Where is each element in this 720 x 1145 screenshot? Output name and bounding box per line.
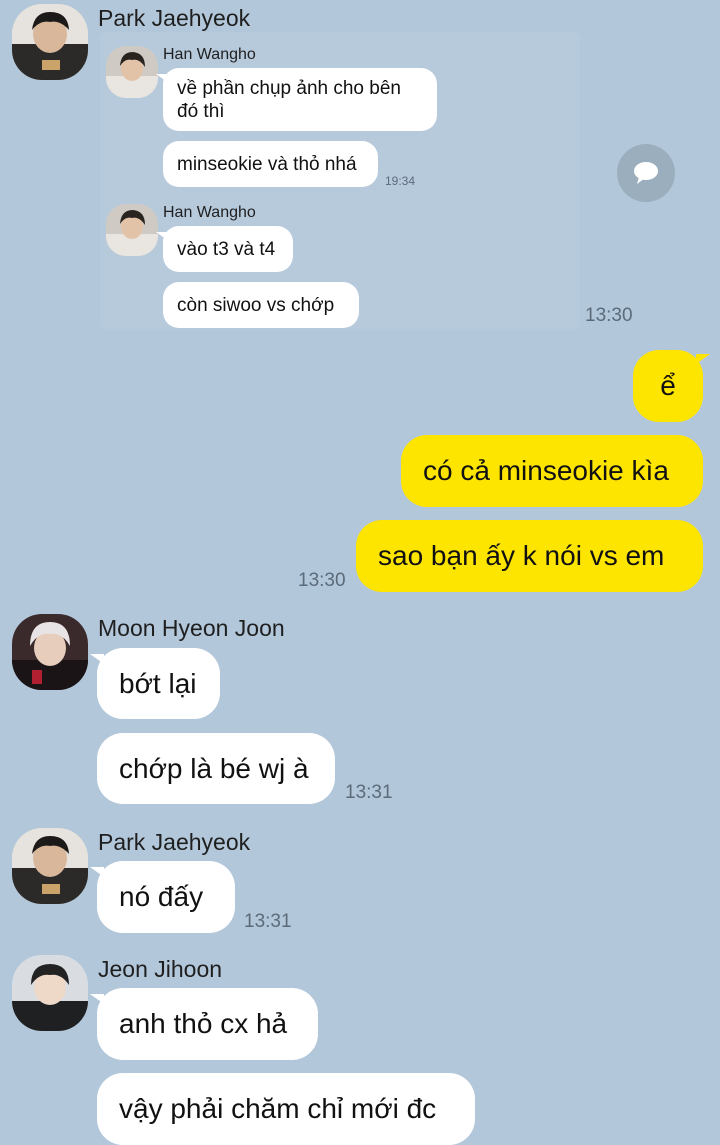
inner-message-bubble: vào t3 và t4 — [156, 226, 293, 272]
message-bubble[interactable]: nó đấy — [90, 861, 235, 933]
timestamp: 13:31 — [244, 911, 292, 932]
message-text: sao bạn ấy k nói vs em — [378, 540, 665, 571]
message-text: anh thỏ cx hả — [119, 1008, 288, 1039]
message-bubble[interactable]: anh thỏ cx hả — [90, 988, 318, 1060]
my-message-bubble[interactable]: sao bạn ấy k nói vs em — [356, 520, 703, 592]
avatar-han-wangho — [106, 46, 158, 98]
inner-message-bubble: về phần chụp ảnh cho bên đó thì — [156, 68, 437, 131]
forwarded-messages-card[interactable]: Han Wangho về phần chụp ảnh cho bên đó t… — [100, 32, 580, 330]
timestamp: 13:31 — [345, 782, 393, 803]
my-message-bubble[interactable]: có cả minseokie kìa — [401, 435, 703, 507]
inner-sender-name: Han Wangho — [163, 46, 256, 63]
sender-name: Park Jaehyeok — [98, 829, 251, 855]
message-text: nó đấy — [119, 881, 204, 912]
inner-message-bubble: minseokie và thỏ nhá — [163, 141, 378, 187]
message-bubble[interactable]: vậy phải chăm chỉ mới đc — [97, 1073, 475, 1145]
inner-sender-name: Han Wangho — [163, 204, 256, 221]
avatar-moon-hyeon-joon[interactable] — [12, 614, 88, 690]
inner-message-bubble: còn siwoo vs chớp — [163, 282, 359, 328]
message-text: ể — [660, 370, 676, 401]
sender-name: Park Jaehyeok — [98, 5, 251, 31]
avatar-park-jaehyeok[interactable] — [12, 828, 88, 904]
message-text: bớt lại — [119, 667, 197, 699]
message-bubble[interactable]: chớp là bé wj à — [97, 733, 335, 804]
message-text: chớp là bé wj à — [119, 752, 309, 784]
share-button[interactable] — [617, 144, 675, 202]
inner-message-text: còn siwoo vs chớp — [177, 294, 335, 316]
message-bubble[interactable]: bớt lại — [90, 648, 220, 719]
avatar-jeon-jihoon[interactable] — [12, 955, 88, 1031]
inner-message-text: minseokie và thỏ nhá — [177, 153, 357, 175]
sender-name: Moon Hyeon Joon — [98, 615, 285, 641]
avatar-han-wangho — [106, 204, 158, 256]
timestamp: 13:30 — [298, 570, 346, 591]
speech-bubble-icon — [634, 162, 658, 184]
timestamp: 13:30 — [585, 305, 633, 326]
sender-name: Jeon Jihoon — [98, 956, 223, 982]
message-text: vậy phải chăm chỉ mới đc — [119, 1093, 437, 1124]
inner-timestamp: 19:34 — [385, 174, 416, 188]
inner-message-text: vào t3 và t4 — [177, 238, 276, 260]
my-message-bubble[interactable]: ể — [633, 350, 710, 422]
avatar-park-jaehyeok[interactable] — [12, 4, 88, 80]
inner-message-text: về phần chụp ảnh cho bên đó thì — [177, 77, 401, 122]
message-text: có cả minseokie kìa — [423, 455, 669, 486]
